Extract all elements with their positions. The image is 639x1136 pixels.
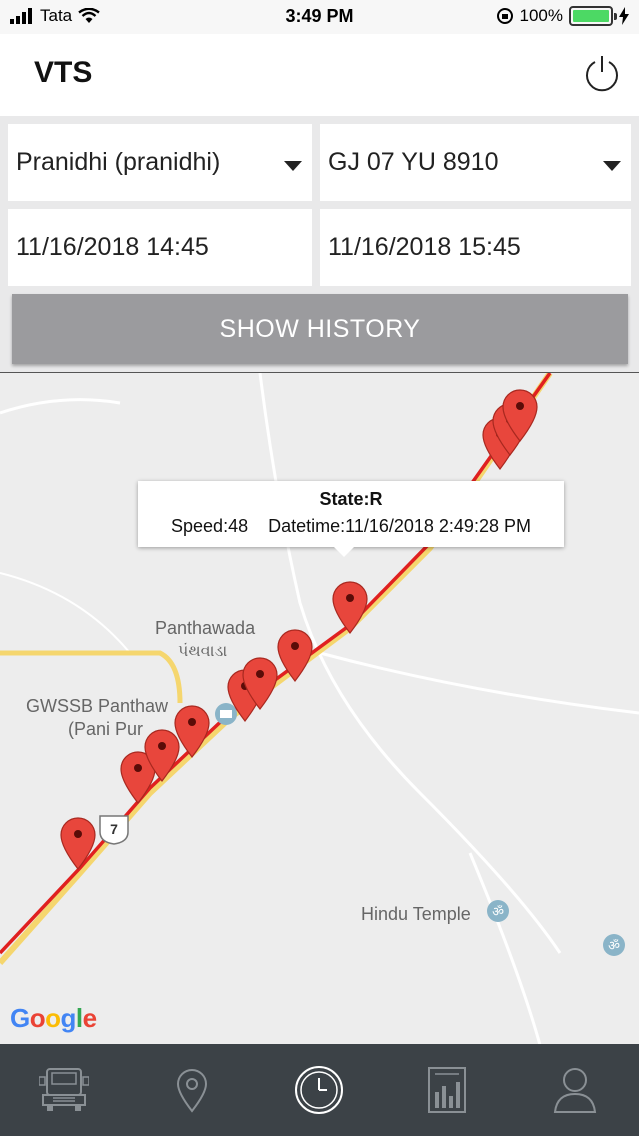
poi-label: GWSSB Panthaw: [26, 696, 169, 716]
info-details: Speed:48 Datetime:11/16/2018 2:49:28 PM: [138, 516, 564, 537]
end-datetime-value: 11/16/2018 15:45: [328, 233, 521, 261]
poi-label-line2: (Pani Pur: [68, 719, 144, 739]
nav-vehicles[interactable]: [34, 1060, 94, 1120]
clock-icon: [295, 1066, 344, 1114]
map-view[interactable]: ॐ ॐ 7 Panthawada પંથવાડા GWSSB Panthaw (…: [0, 372, 639, 1044]
nav-profile[interactable]: [545, 1060, 605, 1120]
road-shield-label: 7: [110, 821, 118, 837]
user-select-value: Pranidhi (pranidhi): [16, 148, 221, 176]
svg-text:ॐ: ॐ: [492, 905, 504, 920]
location-pin-icon: [176, 1069, 207, 1113]
vehicle-select[interactable]: GJ 07 YU 8910: [320, 124, 631, 201]
filter-panel: Pranidhi (pranidhi) GJ 07 YU 8910 11/16/…: [0, 116, 639, 372]
temple-icon: ॐ: [603, 934, 625, 956]
end-datetime-field[interactable]: 11/16/2018 15:45: [320, 209, 631, 286]
start-datetime-value: 11/16/2018 14:45: [16, 233, 209, 261]
track-marker[interactable]: [332, 581, 368, 634]
road-shield-icon: 7: [99, 815, 129, 845]
orientation-lock-icon: [496, 8, 513, 24]
vehicle-select-value: GJ 07 YU 8910: [328, 148, 499, 176]
status-bar: Tata 3:49 PM 100%: [0, 0, 639, 34]
app-header: VTS: [0, 34, 639, 116]
nav-reports[interactable]: [417, 1060, 477, 1120]
info-state: State:R: [319, 489, 383, 509]
poi-icon: [215, 703, 237, 725]
nav-live-location[interactable]: [162, 1060, 222, 1120]
info-datetime: Datetime:11/16/2018 2:49:28 PM: [268, 516, 531, 536]
google-logo: Google: [10, 1003, 97, 1033]
nav-history[interactable]: [289, 1060, 349, 1120]
battery-icon: [569, 6, 617, 26]
user-select[interactable]: Pranidhi (pranidhi): [8, 124, 312, 201]
battery-fill: [573, 10, 609, 22]
report-icon: [428, 1067, 467, 1113]
route-line: [0, 373, 552, 955]
power-icon[interactable]: [583, 54, 621, 92]
profile-icon: [553, 1068, 597, 1113]
place-label: Panthawada: [155, 618, 256, 638]
charging-icon: [619, 7, 629, 25]
battery-group: 100%: [496, 6, 629, 26]
chevron-down-icon: [284, 161, 302, 171]
temple-icon: ॐ: [487, 900, 509, 922]
start-datetime-field[interactable]: 11/16/2018 14:45: [8, 209, 312, 286]
show-history-button[interactable]: SHOW HISTORY: [12, 294, 628, 364]
marker-info-window: State:R Speed:48 Datetime:11/16/2018 2:4…: [138, 481, 564, 557]
bottom-nav: [0, 1044, 639, 1136]
markers-layer: [60, 389, 538, 870]
svg-text:ॐ: ॐ: [608, 939, 620, 954]
chevron-down-icon: [603, 161, 621, 171]
battery-percent: 100%: [519, 6, 563, 25]
app-title: VTS: [34, 56, 93, 89]
truck-icon: [38, 1068, 89, 1111]
place-label-gu: પંથવાડા: [178, 641, 228, 660]
info-speed: Speed:48: [171, 516, 249, 536]
track-marker[interactable]: [174, 705, 210, 758]
temple-label: Hindu Temple: [361, 904, 471, 924]
